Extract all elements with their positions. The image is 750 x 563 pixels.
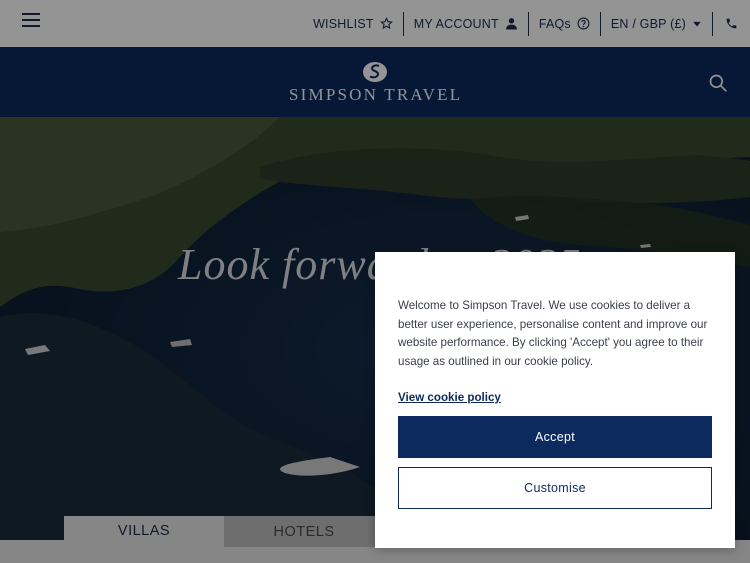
cookie-policy-link[interactable]: View cookie policy: [398, 391, 501, 404]
accept-button[interactable]: Accept: [398, 416, 712, 458]
cookie-message: Welcome to Simpson Travel. We use cookie…: [398, 299, 708, 368]
cookie-dialog: Welcome to Simpson Travel. We use cookie…: [375, 252, 735, 548]
customise-button[interactable]: Customise: [398, 467, 712, 509]
